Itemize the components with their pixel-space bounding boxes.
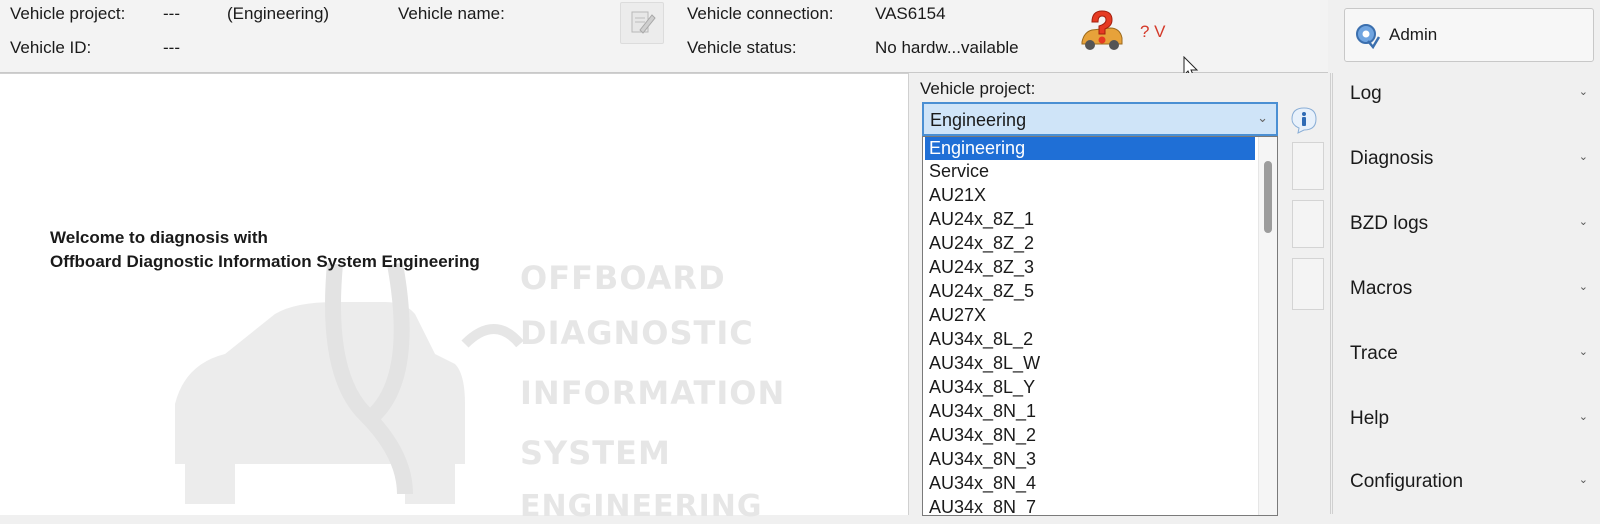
sidebar-item-label: Diagnosis <box>1350 148 1434 169</box>
dropdown-option[interactable]: Service <box>925 160 1255 183</box>
vehicle-id-label: Vehicle ID: <box>10 38 92 57</box>
watermark-engineering: ENGINEERING <box>520 489 763 524</box>
sidebar-item-log[interactable]: Log ⌄ <box>1332 73 1600 129</box>
chevron-down-icon: ⌄ <box>1578 86 1588 98</box>
vehicle-unknown-status-icon <box>1081 10 1123 50</box>
sidebar-item-help[interactable]: Help ⌄ <box>1332 398 1600 454</box>
sidebar-item-bzd-logs[interactable]: BZD logs ⌄ <box>1332 203 1600 259</box>
vehicle-status-label: Vehicle status: <box>687 38 797 57</box>
chevron-down-icon: ⌄ <box>1578 216 1588 228</box>
vehicle-project-selector-label: Vehicle project: <box>920 79 1036 98</box>
watermark-diagnostic: DIAGNOSTIC <box>520 314 754 352</box>
admin-gear-icon <box>1356 24 1381 49</box>
info-icon[interactable] <box>1290 106 1318 134</box>
dropdown-option[interactable]: Engineering <box>925 137 1255 160</box>
watermark-offboard: OFFBOARD <box>520 259 726 297</box>
dropdown-scrollbar[interactable] <box>1258 137 1277 515</box>
vehicle-info-header: Vehicle project: --- (Engineering) Vehic… <box>0 0 1328 79</box>
welcome-line-2: Offboard Diagnostic Information System E… <box>50 252 480 271</box>
sidebar-item-diagnosis[interactable]: Diagnosis ⌄ <box>1332 138 1600 194</box>
vehicle-connection-value: VAS6154 <box>875 4 946 23</box>
dropdown-option[interactable]: AU34x_8L_Y <box>925 376 1255 399</box>
panel-action-button-2[interactable] <box>1292 200 1324 248</box>
battery-voltage: ? V <box>1140 22 1166 41</box>
vehicle-project-dropdown-list[interactable]: Engineering Service AU21X AU24x_8Z_1 AU2… <box>922 136 1278 516</box>
dropdown-option[interactable]: AU34x_8L_W <box>925 352 1255 375</box>
sidebar-item-label: Trace <box>1350 343 1398 364</box>
chevron-down-icon: ⌄ <box>1578 151 1588 163</box>
dropdown-option[interactable]: AU24x_8Z_2 <box>925 232 1255 255</box>
dropdown-option[interactable]: AU34x_8N_1 <box>925 400 1255 423</box>
chevron-down-icon: ⌄ <box>1578 411 1588 423</box>
sidebar-item-label: Macros <box>1350 278 1413 299</box>
watermark-information: INFORMATION <box>520 374 786 412</box>
panel-action-button-1[interactable] <box>1292 142 1324 190</box>
chevron-down-icon: ⌄ <box>1578 281 1588 293</box>
dropdown-option[interactable]: AU34x_8L_2 <box>925 328 1255 351</box>
dropdown-option[interactable]: AU34x_8N_3 <box>925 448 1255 471</box>
dropdown-option[interactable]: AU21X <box>925 184 1255 207</box>
dropdown-option[interactable]: AU24x_8Z_5 <box>925 280 1255 303</box>
sidebar-item-macros[interactable]: Macros ⌄ <box>1332 268 1600 324</box>
dropdown-option[interactable]: AU34x_8N_2 <box>925 424 1255 447</box>
dropdown-option[interactable]: AU34x_8N_4 <box>925 472 1255 495</box>
vehicle-connection-label: Vehicle connection: <box>687 4 834 23</box>
panel-action-button-3[interactable] <box>1292 258 1324 310</box>
dropdown-option[interactable]: AU24x_8Z_1 <box>925 208 1255 231</box>
edit-vehicle-button[interactable] <box>620 2 664 44</box>
edit-note-icon <box>631 11 656 34</box>
sidebar-item-label: BZD logs <box>1350 213 1429 234</box>
vehicle-project-select[interactable]: Engineering ⌄ <box>922 102 1278 136</box>
chevron-down-icon: ⌄ <box>1578 346 1588 358</box>
car-stethoscope-watermark-icon <box>175 262 524 504</box>
sidebar-item-label: Help <box>1350 408 1390 429</box>
admin-label: Admin <box>1389 25 1438 44</box>
welcome-panel: OFFBOARD DIAGNOSTIC INFORMATION SYSTEM E… <box>0 73 909 524</box>
vehicle-project-value: --- <box>163 4 180 23</box>
dropdown-option[interactable]: AU27X <box>925 304 1255 327</box>
vehicle-project-mode: (Engineering) <box>227 4 330 23</box>
welcome-line-1: Welcome to diagnosis with <box>50 228 268 247</box>
vehicle-name-label: Vehicle name: <box>398 4 505 23</box>
sidebar-item-configuration[interactable]: Configuration ⌄ <box>1332 458 1600 514</box>
sidebar-item-label: Log <box>1350 83 1382 104</box>
dropdown-scroll-thumb[interactable] <box>1264 161 1272 233</box>
chevron-down-icon: ⌄ <box>1257 110 1268 125</box>
admin-button[interactable]: Admin <box>1344 8 1594 62</box>
sidebar-item-label: Configuration <box>1350 471 1464 492</box>
vehicle-project-selected-value: Engineering <box>930 110 1027 130</box>
vehicle-id-value: --- <box>163 38 180 57</box>
vehicle-project-label: Vehicle project: <box>10 4 126 23</box>
sidebar-item-trace[interactable]: Trace ⌄ <box>1332 333 1600 389</box>
dropdown-option[interactable]: AU24x_8Z_3 <box>925 256 1255 279</box>
chevron-down-icon: ⌄ <box>1578 474 1588 486</box>
watermark-system: SYSTEM <box>520 434 671 472</box>
dropdown-option[interactable]: AU34x_8N_7 <box>925 496 1255 515</box>
vehicle-status-value: No hardw...vailable <box>875 38 1019 57</box>
